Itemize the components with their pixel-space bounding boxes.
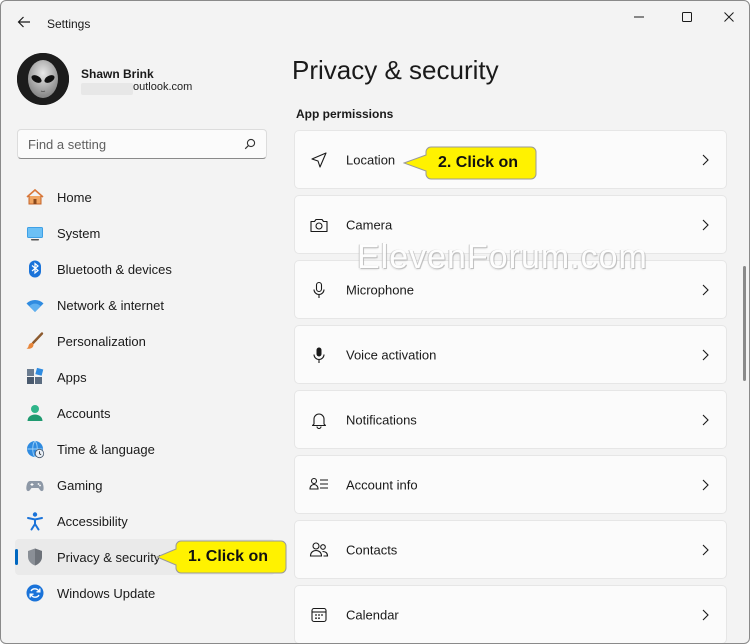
- callout-text: 2. Click on: [438, 154, 519, 171]
- setting-label: Calendar: [346, 607, 399, 622]
- chevron-right-icon: [700, 284, 710, 296]
- sidebar-item-label: Gaming: [57, 477, 103, 493]
- brush-icon: [25, 331, 45, 351]
- sidebar-item-label: Network & internet: [57, 297, 164, 313]
- scrollbar-thumb[interactable]: [743, 266, 746, 381]
- title-bar: Settings: [1, 1, 749, 45]
- close-button[interactable]: [709, 5, 749, 29]
- search-input[interactable]: [26, 136, 240, 153]
- sidebar-item-label: Time & language: [57, 441, 155, 457]
- accounts-icon: [25, 403, 45, 423]
- voice-activation-icon: [309, 345, 329, 365]
- account-info-icon: [309, 475, 329, 495]
- sidebar-item-personalization[interactable]: Personalization: [15, 323, 275, 359]
- sidebar-item-network[interactable]: Network & internet: [15, 287, 275, 323]
- callout-step-1: 1. Click on: [156, 540, 287, 574]
- setting-label: Voice activation: [346, 347, 437, 362]
- chevron-right-icon: [700, 154, 710, 166]
- sidebar-item-label: Accounts: [57, 405, 111, 421]
- contacts-icon: [309, 540, 329, 560]
- contacts-setting[interactable]: Contacts: [294, 520, 727, 579]
- callout-text: 1. Click on: [188, 548, 269, 565]
- sidebar-item-label: Accessibility: [57, 513, 128, 529]
- microphone-icon: [309, 280, 329, 300]
- chevron-right-icon: [700, 414, 710, 426]
- calendar-icon: [309, 605, 329, 625]
- email-redaction: [81, 83, 133, 95]
- section-header: App permissions: [296, 107, 394, 121]
- close-icon: [724, 12, 734, 22]
- voice-activation-setting[interactable]: Voice activation: [294, 325, 727, 384]
- sidebar-item-system[interactable]: System: [15, 215, 275, 251]
- sidebar-item-label: Home: [57, 189, 92, 205]
- setting-label: Microphone: [346, 282, 414, 297]
- app-title: Settings: [47, 17, 91, 31]
- sidebar-item-label: Apps: [57, 369, 87, 385]
- sidebar-item-apps[interactable]: Apps: [15, 359, 275, 395]
- home-icon: [25, 187, 45, 207]
- setting-label: Location: [346, 152, 396, 167]
- gamepad-icon: [25, 475, 45, 495]
- avatar[interactable]: [17, 53, 69, 105]
- search-box[interactable]: [17, 129, 267, 159]
- shield-icon: [25, 547, 45, 567]
- arrow-left-icon: [17, 16, 30, 28]
- setting-label: Account info: [346, 477, 418, 492]
- chevron-right-icon: [700, 479, 710, 491]
- back-button[interactable]: [15, 13, 33, 31]
- chevron-right-icon: [700, 544, 710, 556]
- sidebar-item-time-language[interactable]: Time & language: [15, 431, 275, 467]
- sidebar-item-label: System: [57, 225, 101, 241]
- sidebar-item-bluetooth[interactable]: Bluetooth & devices: [15, 251, 275, 287]
- system-icon: [25, 223, 45, 243]
- sidebar-item-accounts[interactable]: Accounts: [15, 395, 275, 431]
- camera-setting[interactable]: Camera: [294, 195, 727, 254]
- chevron-right-icon: [700, 219, 710, 231]
- search-icon[interactable]: [244, 138, 256, 150]
- microphone-setting[interactable]: Microphone: [294, 260, 727, 319]
- sidebar-item-home[interactable]: Home: [15, 179, 275, 215]
- apps-icon: [25, 367, 45, 387]
- minimize-button[interactable]: [619, 5, 659, 29]
- setting-label: Notifications: [346, 412, 417, 427]
- camera-icon: [309, 215, 329, 235]
- maximize-button[interactable]: [667, 5, 707, 29]
- setting-label: Camera: [346, 217, 393, 232]
- account-info-setting[interactable]: Account info: [294, 455, 727, 514]
- alien-avatar-icon: [17, 53, 69, 105]
- profile-name: Shawn Brink: [81, 67, 154, 81]
- accessibility-icon: [25, 511, 45, 531]
- update-icon: [25, 583, 45, 603]
- sidebar-item-label: Privacy & security: [57, 549, 161, 565]
- settings-window: Settings Shawn Brink outlook.com Find a …: [0, 0, 750, 644]
- chevron-right-icon: [700, 609, 710, 621]
- location-icon: [309, 150, 329, 170]
- minimize-icon: [634, 16, 644, 18]
- profile-email: outlook.com: [133, 81, 193, 93]
- chevron-right-icon: [700, 349, 710, 361]
- bluetooth-icon: [25, 259, 45, 279]
- maximize-icon: [682, 12, 692, 22]
- globe-clock-icon: [25, 439, 45, 459]
- sidebar-item-label: Personalization: [57, 333, 146, 349]
- sidebar-item-label: Windows Update: [57, 585, 156, 601]
- calendar-setting[interactable]: Calendar: [294, 585, 727, 643]
- sidebar-item-gaming[interactable]: Gaming: [15, 467, 275, 503]
- page-title: Privacy & security: [292, 55, 499, 85]
- sidebar-item-accessibility[interactable]: Accessibility: [15, 503, 275, 539]
- bell-icon: [309, 410, 329, 430]
- network-icon: [25, 295, 45, 315]
- callout-step-2: 2. Click on: [403, 146, 537, 180]
- sidebar-item-label: Bluetooth & devices: [57, 261, 172, 277]
- sidebar-item-windows-update[interactable]: Windows Update: [15, 575, 275, 611]
- notifications-setting[interactable]: Notifications: [294, 390, 727, 449]
- setting-label: Contacts: [346, 542, 398, 557]
